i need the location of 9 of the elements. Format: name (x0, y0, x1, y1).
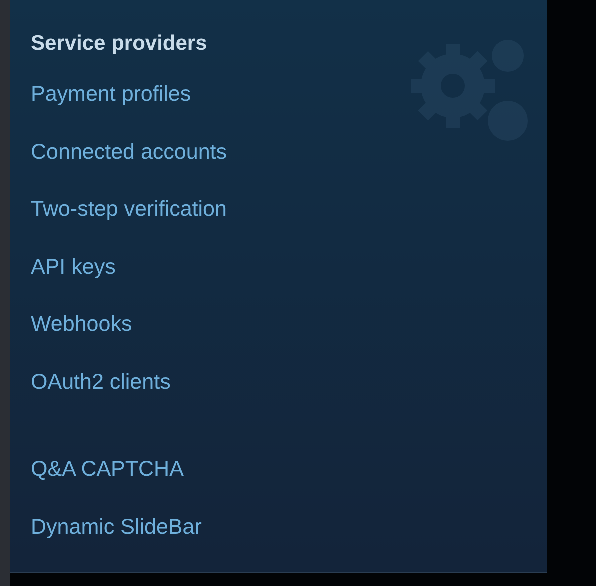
menu-link[interactable]: Connected accounts (10, 124, 228, 181)
menu-link[interactable]: Payment profiles (10, 66, 192, 124)
menu-link[interactable]: OAuth2 clients (10, 354, 171, 411)
section-heading: Service providers (31, 31, 208, 57)
menu-link[interactable]: Dynamic SlideBar (10, 498, 202, 556)
menu-link[interactable]: API keys (10, 238, 116, 296)
menu-link[interactable]: Webhooks (10, 296, 132, 354)
menu-link[interactable]: Two-step verification (10, 181, 227, 238)
menu-link[interactable]: Q&A CAPTCHA (10, 441, 184, 498)
